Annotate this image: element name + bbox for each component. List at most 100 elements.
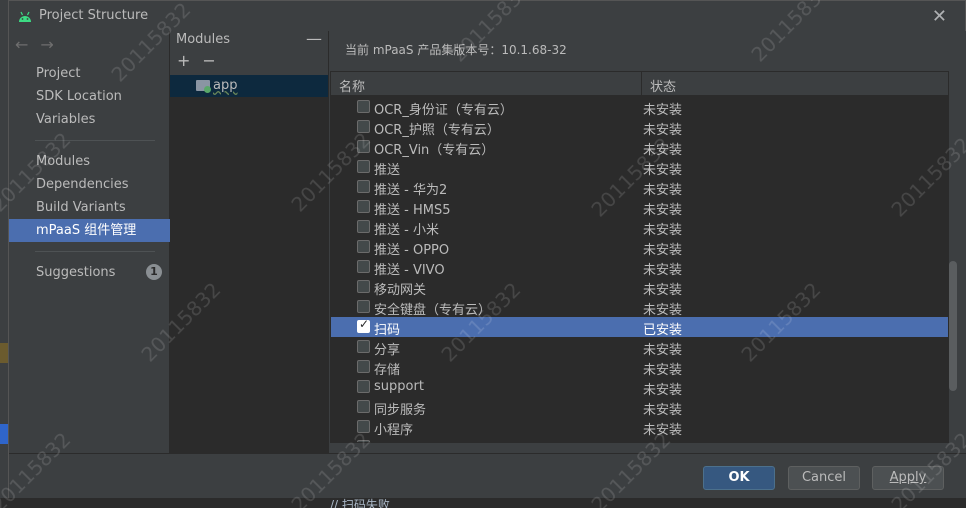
component-status: 未安装	[643, 363, 683, 378]
module-item-app[interactable]: app	[170, 75, 328, 97]
table-row[interactable]: 小程序 未安装	[331, 417, 948, 438]
install-checkbox[interactable]	[357, 140, 370, 153]
ide-gutter-marker	[0, 424, 8, 444]
sidebar-item-modules[interactable]: Modules	[9, 150, 170, 173]
install-checkbox[interactable]	[357, 360, 370, 373]
table-row[interactable]: 移动网关 未安装	[331, 277, 948, 298]
ide-gutter-marker	[0, 343, 8, 363]
component-name: 移动网关	[374, 283, 427, 298]
sidebar-item-build-variants[interactable]: Build Variants	[9, 196, 170, 219]
project-structure-dialog: Project Structure ✕ ← → Project SDK Locat…	[8, 0, 966, 500]
component-table: 名称 状态 OCR_身份证（专有云） 未安装 OCR_护照（专有云） 未安装 OCR_V…	[330, 71, 949, 443]
install-checkbox[interactable]	[357, 240, 370, 253]
sidebar-item-mpaas[interactable]: mPaaS 组件管理	[9, 219, 170, 242]
modules-pane: Modules — + − app	[170, 29, 329, 453]
component-name: OCR_身份证（专有云）	[374, 103, 513, 118]
table-header: 名称 状态	[331, 72, 948, 96]
module-label: app	[213, 78, 238, 93]
install-checkbox[interactable]	[357, 120, 370, 133]
column-header-name[interactable]: 名称	[339, 76, 365, 95]
mpaas-component-panel: 当前 mPaaS 产品集版本号：10.1.68-32 名称 状态 OCR_身份证…	[329, 31, 966, 453]
table-row[interactable]: OCR_护照（专有云） 未安装	[331, 117, 948, 138]
add-module-icon[interactable]: +	[177, 51, 190, 70]
component-name: 同步服务	[374, 403, 427, 418]
table-row[interactable]: OCR_Vin（专有云） 未安装	[331, 137, 948, 158]
table-row[interactable]: support 未安装	[331, 377, 948, 398]
dialog-footer: OK Cancel Apply	[9, 453, 966, 500]
close-icon[interactable]: ✕	[932, 6, 947, 27]
component-status: 未安装	[643, 439, 682, 442]
component-name: 分享	[374, 343, 401, 358]
install-checkbox[interactable]	[357, 340, 370, 353]
table-row[interactable]: OCR_身份证（专有云） 未安装	[331, 97, 948, 118]
component-status: 未安装	[643, 183, 683, 198]
install-checkbox[interactable]	[357, 400, 370, 413]
ide-editor-strip: // 扫码失败	[0, 498, 966, 508]
table-row[interactable]: 推送 - OPPO 未安装	[331, 237, 948, 258]
sidebar-divider	[35, 251, 155, 252]
component-status: 未安装	[643, 243, 683, 258]
install-checkbox[interactable]: ✓	[357, 317, 370, 333]
table-row[interactable]: ✓ 扫码 已安装	[331, 317, 948, 338]
checkmark-icon: ✓	[359, 317, 370, 331]
component-name: 推送	[374, 163, 401, 178]
sidebar: ← → Project SDK Location Variables Module…	[9, 31, 170, 453]
apply-button[interactable]: Apply	[872, 466, 944, 490]
component-status: 未安装	[643, 403, 683, 418]
ide-background	[0, 0, 8, 508]
table-row[interactable]: 安全键盘（专有云） 未安装	[331, 297, 948, 318]
component-status: 未安装	[643, 223, 683, 238]
modules-list: app	[170, 75, 328, 453]
component-status: 未安装	[643, 143, 683, 158]
component-name: 小程序	[374, 423, 414, 438]
component-name: OCR_护照（专有云）	[374, 123, 500, 138]
component-status: 已安装	[643, 323, 683, 338]
table-row[interactable]: 推送 - HMS5 未安装	[331, 197, 948, 218]
component-name: 推送 - 华为2	[374, 183, 448, 198]
component-status: 未安装	[643, 303, 683, 318]
component-name: 扫码	[374, 323, 401, 338]
install-checkbox[interactable]	[357, 440, 370, 442]
table-row[interactable]: 推送 - VIVO 未安装	[331, 257, 948, 278]
table-row[interactable]: 小程序-兴趣阅读 未安装	[331, 437, 948, 442]
cancel-button[interactable]: Cancel	[788, 466, 860, 490]
collapse-pane-icon[interactable]: —	[306, 29, 322, 48]
install-checkbox[interactable]	[357, 380, 370, 393]
component-name: 小程序-兴趣阅读	[374, 439, 470, 442]
install-checkbox[interactable]	[357, 180, 370, 193]
sidebar-item-project[interactable]: Project	[9, 62, 170, 85]
sidebar-item-dependencies[interactable]: Dependencies	[9, 173, 170, 196]
dialog-title: Project Structure	[39, 8, 149, 23]
install-checkbox[interactable]	[357, 160, 370, 173]
install-checkbox[interactable]	[357, 260, 370, 273]
forward-arrow-icon[interactable]: →	[40, 35, 53, 54]
component-status: 未安装	[643, 263, 683, 278]
table-row[interactable]: 推送 - 小米 未安装	[331, 217, 948, 238]
component-name: 推送 - VIVO	[374, 263, 445, 278]
component-name: 推送 - HMS5	[374, 203, 451, 218]
table-row[interactable]: 同步服务 未安装	[331, 397, 948, 418]
ok-button[interactable]: OK	[703, 466, 775, 490]
sidebar-item-sdk-location[interactable]: SDK Location	[9, 85, 170, 108]
sidebar-item-variables[interactable]: Variables	[9, 108, 170, 131]
component-status: 未安装	[643, 123, 683, 138]
component-status: 未安装	[643, 343, 683, 358]
component-status: 未安装	[643, 203, 683, 218]
remove-module-icon[interactable]: −	[202, 51, 215, 70]
table-scrollbar[interactable]	[949, 261, 957, 391]
component-status: 未安装	[643, 423, 683, 438]
column-header-status[interactable]: 状态	[641, 72, 676, 96]
table-row[interactable]: 存储 未安装	[331, 357, 948, 378]
install-checkbox[interactable]	[357, 300, 370, 313]
install-checkbox[interactable]	[357, 100, 370, 113]
back-arrow-icon[interactable]: ←	[15, 35, 28, 54]
install-checkbox[interactable]	[357, 220, 370, 233]
table-row[interactable]: 分享 未安装	[331, 337, 948, 358]
install-checkbox[interactable]	[357, 420, 370, 433]
install-checkbox[interactable]	[357, 200, 370, 213]
table-row[interactable]: 推送 - 华为2 未安装	[331, 177, 948, 198]
component-name: 安全键盘（专有云）	[374, 303, 492, 318]
component-name: 推送 - OPPO	[374, 243, 450, 258]
table-row[interactable]: 推送 未安装	[331, 157, 948, 178]
install-checkbox[interactable]	[357, 280, 370, 293]
